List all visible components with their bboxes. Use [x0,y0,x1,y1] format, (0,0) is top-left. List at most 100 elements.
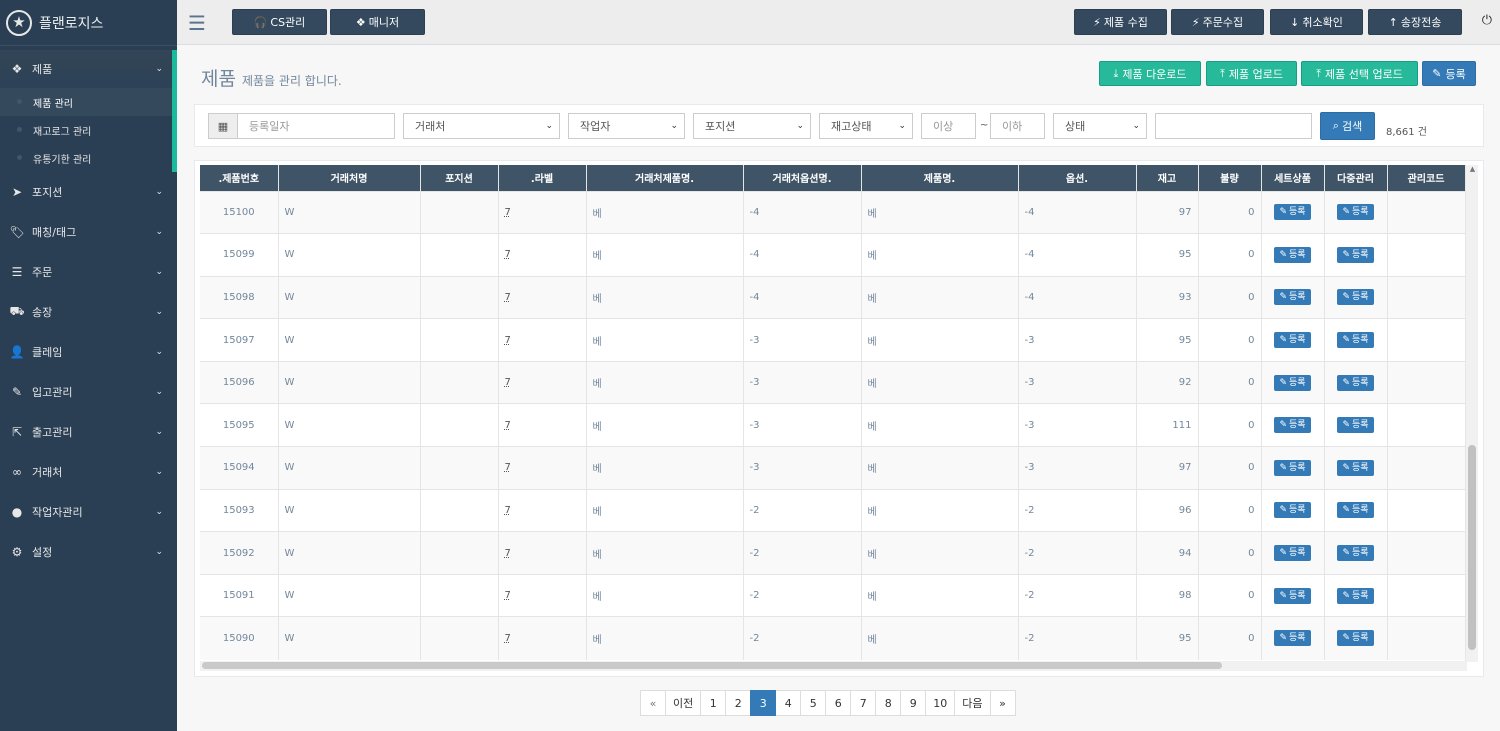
set-product-register-button[interactable]: ✎ 등록 [1274,587,1311,604]
sidebar-item-outbound[interactable]: ⇱ 출고관리 ⌄ [0,412,177,452]
calendar-icon[interactable]: ▦ [208,113,238,139]
table-row[interactable]: 15096 W 7 베 -3 베 -3 92 0 ✎ 등록 ✎ 등록 [200,360,1467,404]
multi-manage-register-button[interactable]: ✎ 등록 [1337,630,1374,647]
column-header[interactable]: 거래처명 [278,165,421,191]
product-download-button[interactable]: ⤓ 제품 다운로드 [1099,61,1201,86]
set-product-register-button[interactable]: ✎ 등록 [1274,289,1311,306]
column-header[interactable]: 제품명. [861,165,1019,191]
submenu-product-manage[interactable]: 제품 관리 [0,88,172,116]
scroll-thumb[interactable] [1468,445,1476,650]
sidebar-item-worker[interactable]: ● 작업자관리 ⌄ [0,492,177,532]
column-header[interactable]: .제품번호 [200,165,279,191]
label-link[interactable]: 7 [505,377,511,388]
label-link[interactable]: 7 [505,590,511,601]
page-last[interactable]: » [989,690,1016,716]
set-product-register-button[interactable]: ✎ 등록 [1274,545,1311,562]
page-2[interactable]: 2 [725,690,752,716]
multi-manage-register-button[interactable]: ✎ 등록 [1337,502,1374,519]
sidebar-item-invoice[interactable]: ⛟ 송장 ⌄ [0,292,177,332]
send-invoice-button[interactable]: ↑ 송장전송 [1368,9,1462,35]
hamburger-menu-icon[interactable]: ☰ [188,13,206,33]
set-product-register-button[interactable]: ✎ 등록 [1274,417,1311,434]
page-8[interactable]: 8 [875,690,902,716]
multi-manage-register-button[interactable]: ✎ 등록 [1337,459,1374,476]
column-header[interactable]: 재고 [1136,165,1199,191]
column-header[interactable]: .라벨 [498,165,587,191]
page-prev[interactable]: 이전 [665,690,702,716]
horizontal-scrollbar[interactable] [200,661,1467,671]
label-link[interactable]: 7 [505,207,511,218]
sidebar-item-position[interactable]: ➤ 포지션 ⌄ [0,172,177,212]
label-link[interactable]: 7 [505,462,511,473]
label-link[interactable]: 7 [505,292,511,303]
submenu-expiry[interactable]: 유통기한 관리 [0,144,172,172]
cs-manage-button[interactable]: 🎧 CS관리 [232,9,327,35]
position-select[interactable]: 포지션 ⌄ [693,113,811,139]
table-row[interactable]: 15100 W 7 베 -4 베 -4 97 0 ✎ 등록 ✎ 등록 [200,190,1467,234]
worker-select[interactable]: 작업자 ⌄ [568,113,685,139]
page-9[interactable]: 9 [900,690,927,716]
sidebar-item-vendor[interactable]: ∞ 거래처 ⌄ [0,452,177,492]
multi-manage-register-button[interactable]: ✎ 등록 [1337,587,1374,604]
table-row[interactable]: 15099 W 7 베 -4 베 -4 95 0 ✎ 등록 ✎ 등록 [200,233,1467,277]
set-product-register-button[interactable]: ✎ 등록 [1274,332,1311,349]
set-product-register-button[interactable]: ✎ 등록 [1274,246,1311,263]
manager-button[interactable]: ❖ 매니저 [330,9,425,35]
label-link[interactable]: 7 [505,633,511,644]
submenu-stock-log[interactable]: 재고로그 관리 [0,116,172,144]
multi-manage-register-button[interactable]: ✎ 등록 [1337,374,1374,391]
column-header[interactable]: 거래처옵션명. [743,165,862,191]
multi-manage-register-button[interactable]: ✎ 등록 [1337,545,1374,562]
collect-order-button[interactable]: ⚡ 주문수집 [1171,9,1264,35]
table-row[interactable]: 15095 W 7 베 -3 베 -3 111 0 ✎ 등록 ✎ 등록 [200,403,1467,447]
table-row[interactable]: 15093 W 7 베 -2 베 -2 96 0 ✎ 등록 ✎ 등록 [200,488,1467,532]
multi-manage-register-button[interactable]: ✎ 등록 [1337,289,1374,306]
page-4[interactable]: 4 [775,690,802,716]
set-product-register-button[interactable]: ✎ 등록 [1274,502,1311,519]
status-select[interactable]: 상태 ⌄ [1053,113,1147,139]
column-header[interactable]: 세트상품 [1261,165,1325,191]
vertical-scrollbar[interactable]: ▲ [1465,165,1478,662]
cancel-check-button[interactable]: ↓ 취소확인 [1270,9,1363,35]
page-10[interactable]: 10 [925,690,956,716]
brand[interactable]: ★ 플랜로지스 [0,0,177,46]
page-7[interactable]: 7 [850,690,877,716]
label-link[interactable]: 7 [505,335,511,346]
scroll-thumb[interactable] [202,662,1222,669]
sidebar-item-inbound[interactable]: ✎ 입고관리 ⌄ [0,372,177,412]
sidebar-item-settings[interactable]: ⚙ 설정 ⌄ [0,532,177,572]
sidebar-item-product-toggle[interactable]: ❖ 제품 ⌄ [0,50,177,88]
column-header[interactable]: 포지션 [420,165,499,191]
multi-manage-register-button[interactable]: ✎ 등록 [1337,332,1374,349]
register-button[interactable]: ✎ 등록 [1422,61,1476,86]
keyword-input[interactable] [1155,113,1312,139]
set-product-register-button[interactable]: ✎ 등록 [1274,630,1311,647]
set-product-register-button[interactable]: ✎ 등록 [1274,459,1311,476]
table-scroll-area[interactable]: .제품번호 거래처명 포지션 .라벨 거래처제품명. 거래처옵션명. 제품명. 옵션. 재고 불량… [200,165,1467,662]
table-row[interactable]: 15098 W 7 베 -4 베 -4 93 0 ✎ 등록 ✎ 등록 [200,275,1467,319]
table-row[interactable]: 15091 W 7 베 -2 베 -2 98 0 ✎ 등록 ✎ 등록 [200,573,1467,617]
table-row[interactable]: 15094 W 7 베 -3 베 -3 97 0 ✎ 등록 ✎ 등록 [200,446,1467,490]
page-5[interactable]: 5 [800,690,827,716]
label-link[interactable]: 7 [505,249,511,260]
page-first[interactable]: « [640,690,666,716]
scroll-up-icon[interactable]: ▲ [1466,165,1479,177]
stock-status-select[interactable]: 재고상태 ⌄ [819,113,913,139]
vendor-select[interactable]: 거래처 ⌄ [403,113,560,139]
column-header[interactable]: 관리코드 [1387,165,1466,191]
search-button[interactable]: ⌕ 검색 [1320,112,1375,140]
power-icon[interactable]: ⏻ [1482,13,1492,28]
sidebar-item-claim[interactable]: 👤 클레임 ⌄ [0,332,177,372]
column-header[interactable]: 옵션. [1018,165,1137,191]
stock-min-input[interactable]: 이상 [921,113,976,139]
label-link[interactable]: 7 [505,548,511,559]
set-product-register-button[interactable]: ✎ 등록 [1274,204,1311,221]
page-6[interactable]: 6 [825,690,852,716]
collect-product-button[interactable]: ⚡ 제품 수집 [1074,9,1167,35]
page-1[interactable]: 1 [700,690,727,716]
multi-manage-register-button[interactable]: ✎ 등록 [1337,246,1374,263]
column-header[interactable]: 불량 [1198,165,1262,191]
set-product-register-button[interactable]: ✎ 등록 [1274,374,1311,391]
sidebar-item-matching[interactable]: 🏷 매칭/태그 ⌄ [0,212,177,252]
product-select-upload-button[interactable]: ⤒ 제품 선택 업로드 [1301,61,1418,86]
